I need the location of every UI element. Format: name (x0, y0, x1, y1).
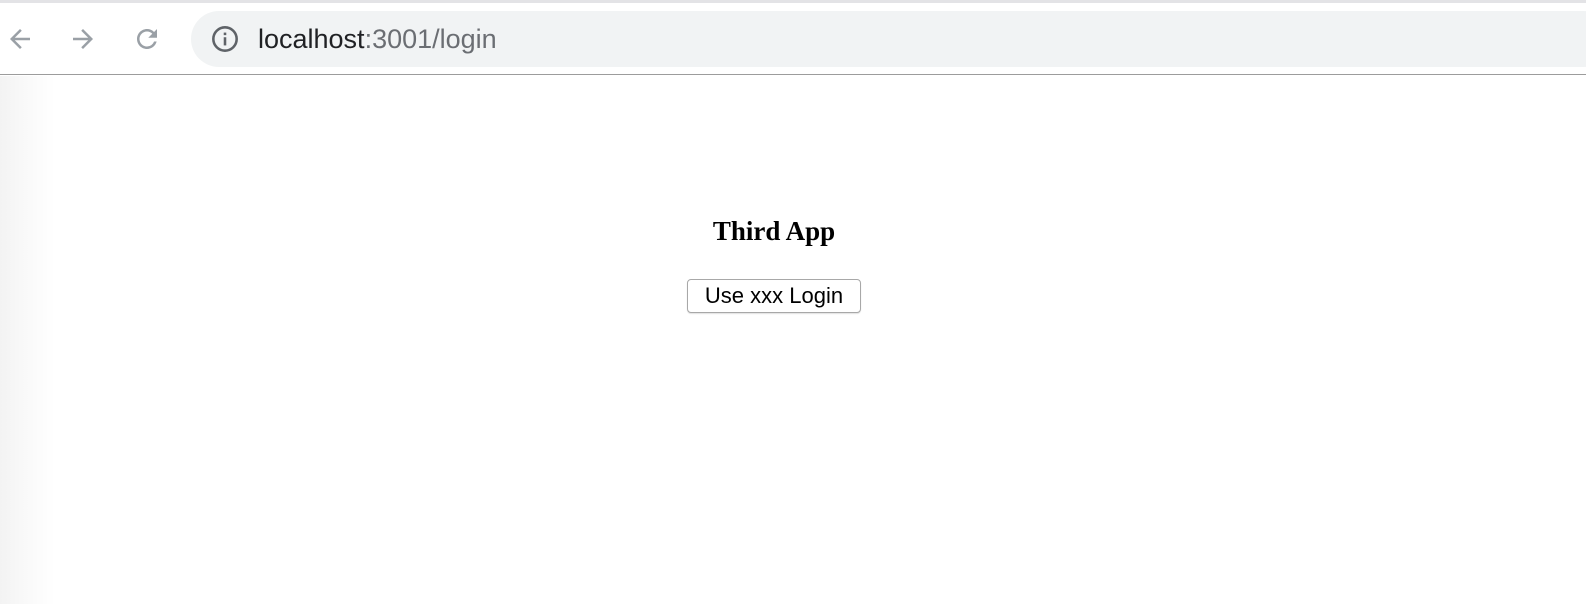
page-content: Third App Use xxx Login (0, 76, 1586, 604)
back-button[interactable] (3, 22, 37, 56)
page-title: Third App (712, 216, 836, 246)
url-path: :3001/login (364, 24, 497, 54)
reload-icon (137, 29, 157, 49)
forward-button[interactable] (66, 22, 100, 56)
arrow-right-icon (73, 29, 93, 49)
address-bar[interactable]: localhost:3001/login (191, 11, 1586, 67)
login-button[interactable]: Use xxx Login (687, 279, 861, 313)
url-text[interactable]: localhost:3001/login (258, 11, 497, 67)
browser-toolbar: localhost:3001/login (0, 0, 1586, 75)
url-host: localhost (258, 24, 365, 54)
arrow-left-icon (10, 29, 30, 49)
info-icon[interactable] (211, 25, 239, 53)
reload-button[interactable] (130, 22, 164, 56)
